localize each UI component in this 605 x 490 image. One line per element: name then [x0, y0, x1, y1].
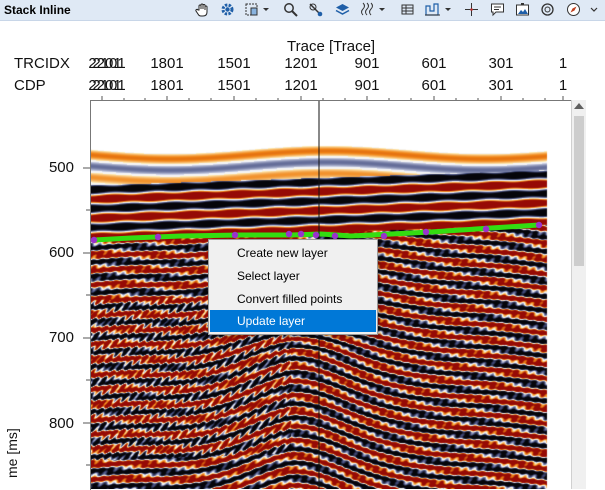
- scroll-up-icon[interactable]: [574, 103, 584, 109]
- crosshair-icon[interactable]: [462, 1, 480, 18]
- axis-title: Trace [Trace]: [287, 38, 376, 55]
- wiggle-icon[interactable]: [359, 1, 387, 18]
- row-label-trcidx: TRCIDX: [14, 55, 70, 72]
- tick-label: 1201: [284, 55, 318, 72]
- comment-icon[interactable]: [488, 1, 506, 18]
- gear-icon[interactable]: [218, 1, 236, 18]
- scroll-thumb[interactable]: [574, 116, 584, 266]
- hand-icon[interactable]: [193, 1, 211, 18]
- zoom-rect-icon[interactable]: [243, 1, 271, 18]
- menu-item-create-new-layer[interactable]: Create new layer: [210, 242, 376, 264]
- tick-label: 1501: [217, 55, 251, 72]
- search-icon[interactable]: [281, 1, 299, 18]
- tick-label: 2101: [92, 77, 126, 94]
- y-axis-title: me [ms]: [4, 428, 20, 478]
- y-tick-label: 800: [48, 415, 74, 432]
- tick-label: 901: [354, 77, 380, 94]
- tick-label: 1501: [217, 77, 251, 94]
- y-tick-label: 500: [48, 159, 74, 176]
- window-title: Stack Inline: [4, 3, 71, 17]
- tick-label: 301: [488, 77, 514, 94]
- histogram-icon[interactable]: [423, 1, 453, 18]
- tick-label: 301: [488, 55, 514, 72]
- tick-label: 1801: [150, 55, 184, 72]
- vertical-scrollbar[interactable]: [571, 100, 586, 489]
- y-tick-label: 600: [48, 244, 74, 261]
- pick-icon[interactable]: [306, 1, 326, 18]
- menu-item-convert-filled-points[interactable]: Convert filled points: [210, 288, 376, 310]
- menu-item-update-layer[interactable]: Update layer: [210, 310, 376, 332]
- y-tick-label: 700: [48, 329, 74, 346]
- tick-label: 1: [558, 55, 568, 72]
- row-label-cdp: CDP: [14, 77, 46, 94]
- layers-icon[interactable]: [333, 1, 351, 18]
- image-icon[interactable]: [513, 1, 531, 18]
- tick-label: 601: [421, 77, 447, 94]
- compass-icon[interactable]: [564, 1, 582, 18]
- tick-label: 1801: [150, 77, 184, 94]
- colorbar-icon[interactable]: [398, 1, 416, 18]
- context-menu: Create new layer Select layer Convert fi…: [208, 239, 378, 335]
- title-bar: Stack Inline: [0, 0, 605, 21]
- chevron-down-icon[interactable]: [587, 1, 601, 18]
- tick-label: 2101: [92, 55, 126, 72]
- tick-label: 601: [421, 55, 447, 72]
- menu-item-select-layer[interactable]: Select layer: [210, 265, 376, 287]
- tick-label: 1201: [284, 77, 318, 94]
- tick-label: 901: [354, 55, 380, 72]
- camera-icon[interactable]: [538, 1, 556, 18]
- tick-label: 1: [558, 77, 568, 94]
